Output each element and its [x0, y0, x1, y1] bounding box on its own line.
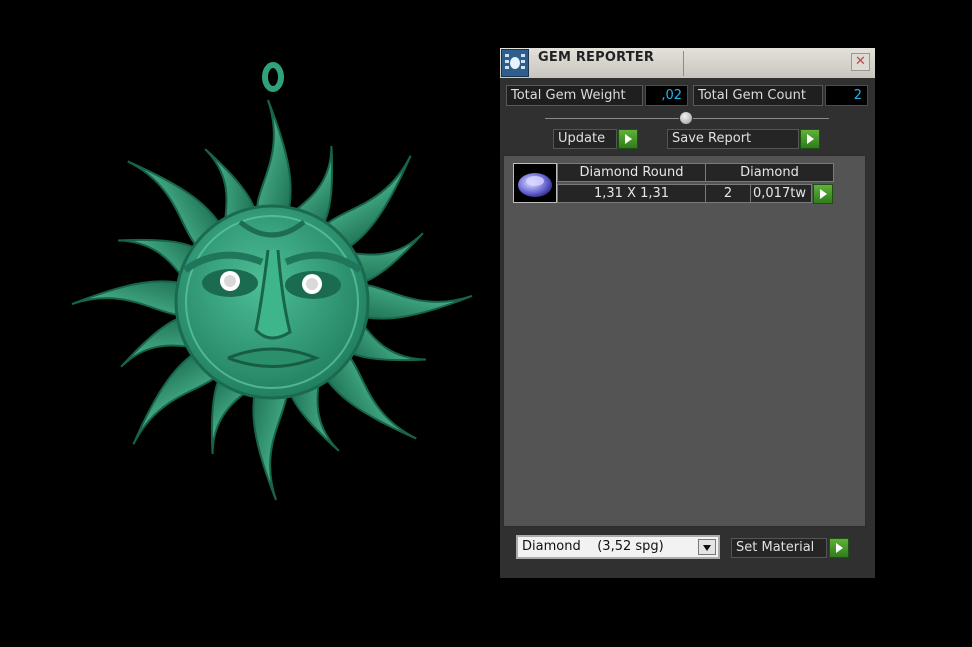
gem-count-cell: 2: [705, 184, 751, 203]
model-viewport[interactable]: [0, 0, 500, 647]
total-gem-count-label: Total Gem Count: [693, 85, 823, 106]
total-gem-weight-label: Total Gem Weight: [506, 85, 643, 106]
chevron-down-icon[interactable]: [698, 539, 716, 555]
gem-weight-cell: 0,017tw: [750, 184, 812, 203]
round-diamond-icon[interactable]: [513, 163, 557, 203]
gem-row-go-icon[interactable]: [813, 184, 833, 204]
update-button[interactable]: Update: [553, 129, 617, 149]
slider-handle[interactable]: [679, 111, 693, 125]
total-gem-count-value: 2: [825, 85, 868, 106]
gem-shape-cell: Diamond Round: [557, 163, 706, 182]
gem-material-cell: Diamond: [705, 163, 834, 182]
set-material-go-icon[interactable]: [829, 538, 849, 558]
close-button[interactable]: ✕: [851, 53, 870, 71]
gem-size-cell: 1,31 X 1,31: [557, 184, 706, 203]
save-report-go-icon[interactable]: [800, 129, 820, 149]
gem-reporter-icon: [501, 49, 529, 77]
title-bar[interactable]: GEM REPORTER ✕: [500, 48, 875, 78]
material-select-value: Diamond (3,52 spg): [522, 539, 664, 554]
total-gem-weight-value: ,02: [645, 85, 688, 106]
title-divider: [683, 51, 684, 76]
sun-pendant-model: [71, 62, 473, 501]
set-material-button[interactable]: Set Material: [731, 538, 827, 558]
gem-list[interactable]: [503, 155, 866, 527]
update-go-icon[interactable]: [618, 129, 638, 149]
material-select[interactable]: Diamond (3,52 spg): [516, 535, 720, 559]
window-title: GEM REPORTER: [538, 50, 655, 65]
save-report-button[interactable]: Save Report: [667, 129, 799, 149]
